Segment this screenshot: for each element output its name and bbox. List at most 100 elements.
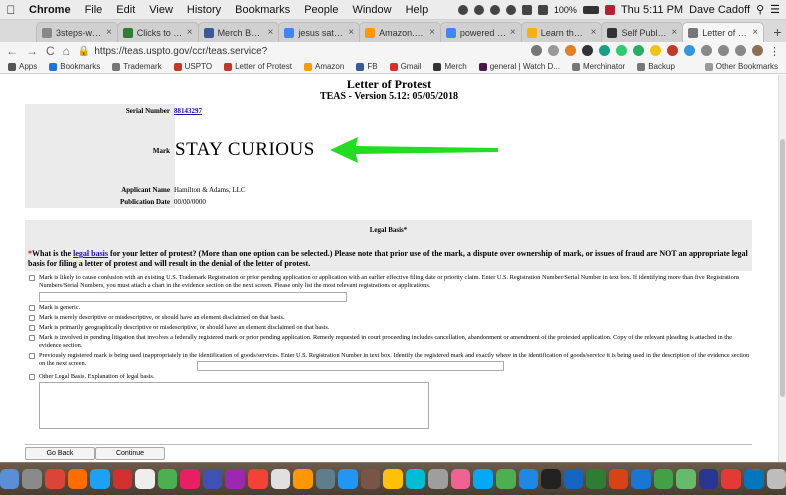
menu-kebab-icon[interactable]: ⋮ xyxy=(769,45,780,58)
notification-center-icon[interactable]: ☰ xyxy=(770,3,780,16)
battery-icon[interactable] xyxy=(582,5,599,14)
address-bar[interactable]: 🔒 https://teas.uspto.gov/ccr/teas.servic… xyxy=(78,44,523,59)
checkbox-other-legal-basis[interactable] xyxy=(29,374,35,380)
extension-icon[interactable] xyxy=(599,44,610,56)
url-text[interactable]: https://teas.uspto.gov/ccr/teas.service? xyxy=(94,46,267,57)
extension-icon[interactable] xyxy=(616,44,627,56)
dock-app-icon[interactable] xyxy=(608,469,629,489)
spotlight-icon[interactable]: ⚲ xyxy=(756,3,764,16)
flag-icon[interactable] xyxy=(604,4,615,15)
browser-tab[interactable]: jesus satan b× xyxy=(278,22,361,42)
registration-number-input[interactable] xyxy=(39,292,347,302)
continue-button[interactable]: Continue xyxy=(95,447,165,460)
bookmark-item[interactable]: Letter of Protest xyxy=(224,62,292,71)
browser-tab[interactable]: Learn the Ba × xyxy=(520,22,603,42)
bookmark-item[interactable]: Amazon xyxy=(303,62,344,71)
status-app-icon[interactable] xyxy=(457,4,468,15)
extension-icon[interactable] xyxy=(718,44,729,56)
wifi-icon[interactable] xyxy=(521,4,532,15)
checkbox-registered-mark-misuse[interactable] xyxy=(29,353,35,359)
dock-app-icon[interactable] xyxy=(541,469,561,489)
tab-close-icon[interactable]: × xyxy=(510,27,516,38)
menu-people[interactable]: People xyxy=(297,4,345,16)
dock-app-icon[interactable] xyxy=(698,469,719,489)
home-button[interactable]: ⌂ xyxy=(63,44,70,58)
dock-app-icon[interactable] xyxy=(743,469,764,489)
extension-icon[interactable] xyxy=(701,44,712,56)
dock-app-icon[interactable] xyxy=(157,469,178,489)
go-back-button[interactable]: Go Back xyxy=(25,447,95,460)
dock-app-icon[interactable] xyxy=(518,469,539,489)
scrollbar-thumb[interactable] xyxy=(780,139,785,397)
dock-app-icon[interactable] xyxy=(676,469,696,489)
back-button[interactable]: ← xyxy=(6,44,18,58)
bookmark-item[interactable]: Backup xyxy=(637,62,675,71)
browser-tab[interactable]: Amazon.com× xyxy=(359,22,441,42)
tab-close-icon[interactable]: × xyxy=(752,27,758,38)
tab-close-icon[interactable]: × xyxy=(429,27,435,38)
menu-bookmarks[interactable]: Bookmarks xyxy=(228,4,297,16)
search-icon[interactable] xyxy=(531,44,542,56)
volume-icon[interactable] xyxy=(537,4,548,15)
bookmark-item[interactable]: USPTO xyxy=(173,62,212,71)
menu-file[interactable]: File xyxy=(78,4,110,16)
tab-close-icon[interactable]: × xyxy=(268,27,274,38)
page-scrollbar[interactable] xyxy=(778,75,786,462)
bookmark-item[interactable]: general | Watch D... xyxy=(478,62,560,71)
browser-tab[interactable]: 3steps-websi× xyxy=(36,22,118,42)
extension-icon[interactable] xyxy=(633,44,644,56)
browser-tab[interactable]: Clicks to Cust× xyxy=(116,22,199,42)
dock-app-icon[interactable] xyxy=(383,469,403,489)
extension-icon[interactable] xyxy=(582,44,593,56)
dock-app-icon[interactable] xyxy=(450,469,471,489)
dock-app-icon[interactable] xyxy=(180,469,200,489)
browser-tab[interactable]: Merch By Am× xyxy=(197,22,280,42)
menu-help[interactable]: Help xyxy=(399,4,436,16)
bookmark-item[interactable]: Gmail xyxy=(389,62,421,71)
extension-icon[interactable] xyxy=(667,44,678,56)
dock-app-icon[interactable] xyxy=(586,469,606,489)
checkbox-generic[interactable] xyxy=(29,305,35,311)
bookmark-item[interactable]: Trademark xyxy=(112,62,162,71)
dock-app-icon[interactable] xyxy=(428,469,448,489)
status-app-icon[interactable] xyxy=(473,4,484,15)
menubar-clock[interactable]: Thu 5:11 PM xyxy=(621,4,683,16)
dock-app-icon[interactable] xyxy=(405,469,426,489)
bookmark-item[interactable]: Apps xyxy=(8,62,37,71)
star-icon[interactable] xyxy=(548,44,559,56)
dock-app-icon[interactable] xyxy=(653,469,674,489)
dock-app-icon[interactable] xyxy=(22,469,43,489)
dock-app-icon[interactable] xyxy=(766,469,786,489)
bookmark-item[interactable]: FB xyxy=(356,62,378,71)
checkbox-descriptive[interactable] xyxy=(29,315,35,321)
profile-avatar[interactable] xyxy=(752,44,763,56)
menubar-user[interactable]: Dave Cadoff xyxy=(689,4,750,16)
extension-icon[interactable] xyxy=(650,44,661,56)
extension-icon[interactable] xyxy=(565,44,576,56)
apple-menu-icon[interactable]:  xyxy=(0,3,22,17)
dock-app-icon[interactable] xyxy=(225,469,245,489)
checkbox-pending-litigation[interactable] xyxy=(29,335,35,341)
legal-basis-link[interactable]: legal basis xyxy=(73,249,108,258)
dock-app-icon[interactable] xyxy=(45,469,65,489)
tab-close-icon[interactable]: × xyxy=(187,27,193,38)
tab-close-icon[interactable]: × xyxy=(671,27,677,38)
dock-app-icon[interactable] xyxy=(360,469,381,489)
dock-app-icon[interactable] xyxy=(293,469,313,489)
menu-window[interactable]: Window xyxy=(345,4,398,16)
extension-icon[interactable] xyxy=(684,44,695,56)
checkbox-likelihood-of-confusion[interactable] xyxy=(29,275,35,281)
bookmark-item[interactable]: Merchinator xyxy=(571,62,625,71)
menu-history[interactable]: History xyxy=(180,4,228,16)
other-bookmarks-folder[interactable]: Other Bookmarks xyxy=(704,62,778,71)
dock-app-icon[interactable] xyxy=(270,469,291,489)
dock-app-icon[interactable] xyxy=(135,469,155,489)
registered-mark-number-input[interactable] xyxy=(197,361,504,371)
menu-chrome[interactable]: Chrome xyxy=(22,4,78,16)
dock-app-icon[interactable] xyxy=(563,469,584,489)
dock-app-icon[interactable] xyxy=(90,469,110,489)
dock-app-icon[interactable] xyxy=(721,469,741,489)
dock-app-icon[interactable] xyxy=(247,469,268,489)
browser-tab[interactable]: powered by u× xyxy=(439,22,522,42)
dock-app-icon[interactable] xyxy=(495,469,516,489)
